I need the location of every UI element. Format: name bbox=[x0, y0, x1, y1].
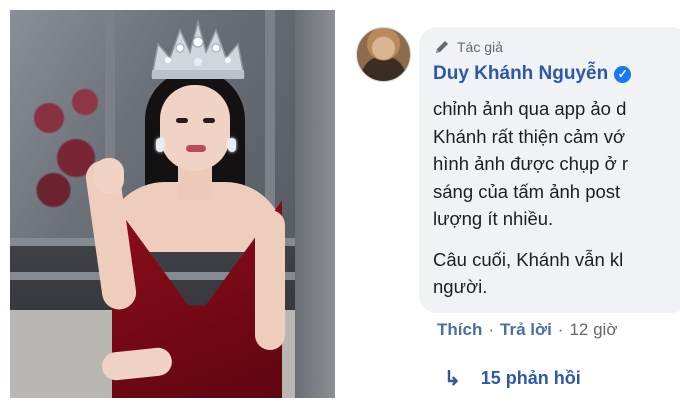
author-name[interactable]: Duy Khánh Nguyễn bbox=[433, 63, 608, 85]
comment-line: chỉnh ảnh qua app ảo d bbox=[433, 98, 627, 119]
comment-line: sáng của tấm ảnh post bbox=[433, 180, 621, 202]
reply-arrow-icon: ↳ bbox=[444, 368, 461, 390]
badge-label: Tác giả bbox=[457, 39, 503, 55]
verified-check-icon: ✓ bbox=[614, 65, 632, 83]
face bbox=[160, 85, 230, 171]
comment-line: Câu cuối, Khánh vẫn kl bbox=[433, 248, 624, 270]
comment-text: chỉnh ảnh qua app ảo d Khánh rất thiện c… bbox=[433, 95, 673, 301]
replies-count[interactable]: 15 phản hồi bbox=[481, 368, 581, 389]
eye bbox=[203, 118, 215, 123]
reply-link[interactable]: Trả lời bbox=[500, 320, 552, 340]
comment-line: hình ảnh được chụp ở r bbox=[433, 153, 629, 174]
arm bbox=[255, 210, 285, 350]
eye bbox=[176, 118, 188, 123]
hand bbox=[94, 158, 124, 194]
author-badge: Tác giả bbox=[433, 37, 503, 57]
comment-actions: Thích · Trả lời · 12 giờ bbox=[437, 320, 617, 340]
comment-line: người. bbox=[433, 276, 488, 297]
pencil-icon bbox=[436, 41, 448, 53]
view-replies-link[interactable]: ↳ 15 phản hồi bbox=[444, 366, 581, 391]
comment-line: lượng ít nhiều. bbox=[433, 208, 554, 229]
profile-photo bbox=[10, 10, 335, 398]
crown-icon bbox=[151, 20, 245, 79]
earring bbox=[156, 138, 164, 152]
timestamp[interactable]: 12 giờ bbox=[569, 320, 617, 340]
window-sill bbox=[10, 272, 335, 280]
author-row: Duy Khánh Nguyễn ✓ bbox=[433, 63, 632, 85]
lips bbox=[186, 145, 206, 152]
avatar[interactable] bbox=[356, 27, 411, 82]
like-link[interactable]: Thích bbox=[437, 320, 482, 340]
earring bbox=[228, 138, 236, 152]
separator: · bbox=[557, 320, 564, 339]
wall bbox=[295, 10, 335, 398]
separator: · bbox=[488, 320, 495, 339]
comment-line: Khánh rất thiện cảm vớ bbox=[433, 125, 626, 147]
